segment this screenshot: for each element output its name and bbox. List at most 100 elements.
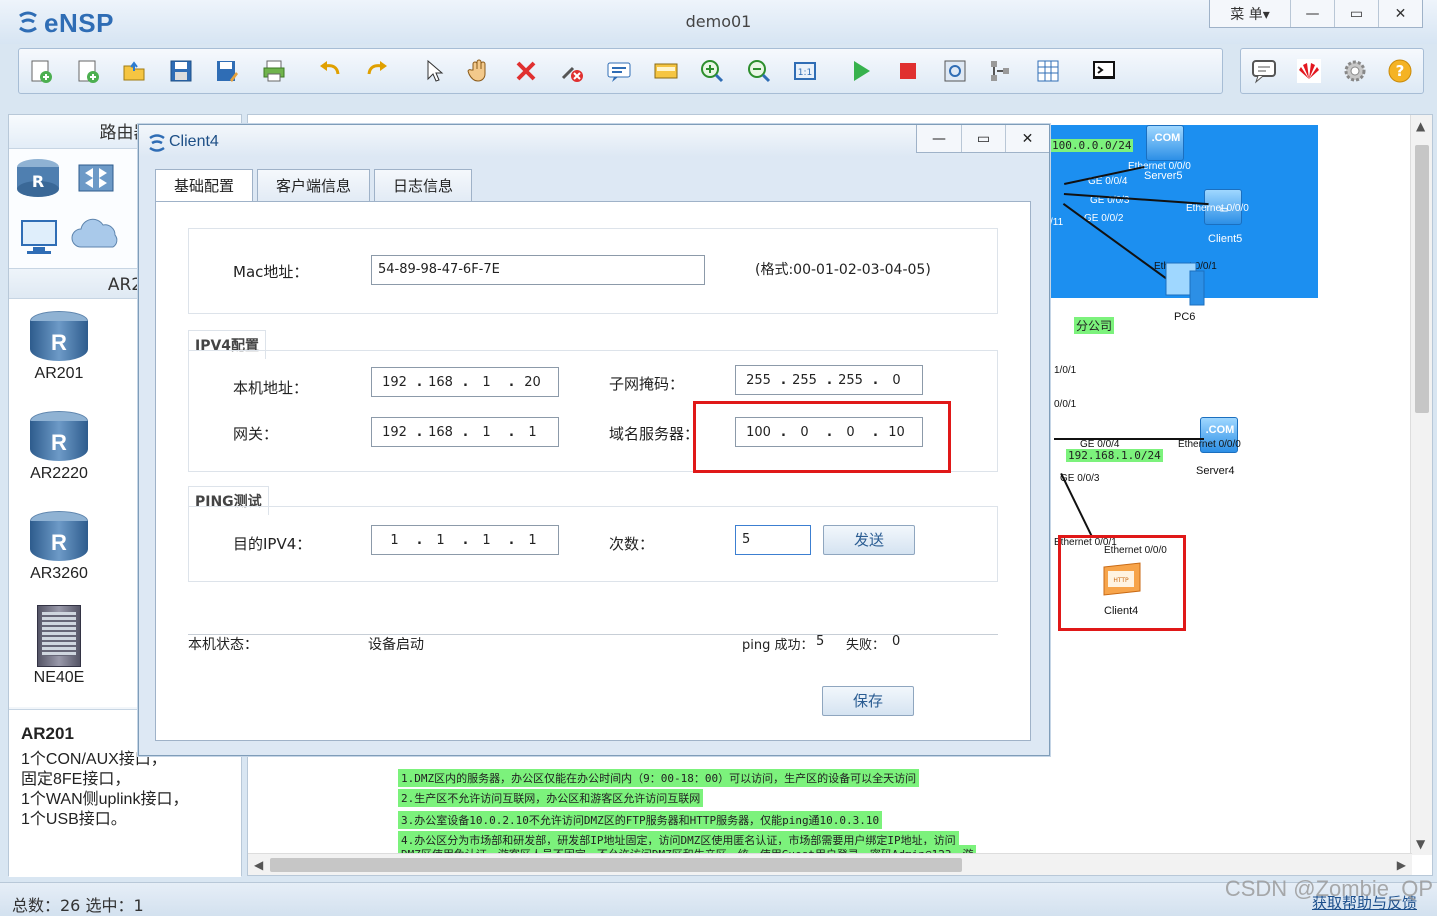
start-icon[interactable] [847, 57, 875, 85]
save-icon[interactable] [167, 57, 195, 85]
menu-button[interactable]: 菜 单▾ [1210, 0, 1290, 27]
ping-count-field[interactable]: 5 [735, 525, 811, 555]
ping-group: 目的IPV4： 1. 1. 1. 1 次数： 5 发送 [188, 506, 998, 582]
scroll-down-icon[interactable]: ▼ [1416, 837, 1425, 851]
new-example-icon[interactable] [74, 57, 102, 85]
pan-hand-icon[interactable] [465, 57, 493, 85]
pc6-label: PC6 [1174, 311, 1196, 323]
horizontal-scrollbar[interactable]: ◀ ▶ [248, 853, 1412, 875]
palette-icon[interactable] [652, 57, 680, 85]
link [1054, 438, 1204, 440]
ipv4-group: 本机地址： 192. 168. 1. 20 子网掩码： 255. 255. 25… [188, 350, 998, 473]
save-as-icon[interactable] [213, 57, 241, 85]
zoom-out-icon[interactable] [745, 57, 773, 85]
fit-icon[interactable]: 1:1 [791, 57, 819, 85]
pc6-icon[interactable] [1162, 261, 1208, 307]
print-icon[interactable] [260, 57, 288, 85]
server4-label: Server4 [1196, 465, 1235, 477]
router-category-icon[interactable]: R [15, 157, 61, 197]
new-topology-icon[interactable] [27, 57, 55, 85]
dialog-close-button[interactable]: ✕ [1005, 125, 1049, 152]
maximize-button[interactable]: ▭ [1334, 0, 1378, 27]
tab-log-info[interactable]: 日志信息 [374, 169, 473, 201]
gateway-field[interactable]: 192. 168. 1. 1 [371, 417, 559, 447]
close-button[interactable]: ✕ [1378, 0, 1422, 27]
mac-format-hint: (格式:00-01-02-03-04-05) [755, 262, 931, 278]
dialog-title: Client4 [169, 133, 219, 150]
topology-icon[interactable] [987, 57, 1015, 85]
switch-category-icon[interactable] [73, 157, 119, 197]
client5-label: Client5 [1208, 233, 1243, 245]
capture-icon[interactable] [941, 57, 969, 85]
undo-icon[interactable] [316, 57, 344, 85]
redo-icon[interactable] [363, 57, 391, 85]
port-label: Ethernet 0/0/0 [1104, 545, 1167, 556]
cloud-category-icon[interactable] [71, 215, 123, 255]
description-line: 1个USB接口。 [21, 811, 127, 828]
help-icon[interactable]: ? [1385, 56, 1415, 86]
minimize-button[interactable]: — [1290, 0, 1334, 27]
text-icon[interactable] [605, 57, 633, 85]
ping-target-label: 目的IPV4： [233, 535, 312, 553]
chassis-icon [37, 605, 81, 667]
mac-group: Mac地址： 54-89-98-47-6F-7E (格式:00-01-02-03… [188, 228, 998, 314]
open-icon[interactable] [120, 57, 148, 85]
client4-label: Client4 [1104, 605, 1139, 617]
horizontal-scroll-thumb[interactable] [270, 858, 962, 872]
branch-label: 分公司 [1074, 317, 1115, 334]
chat-icon[interactable] [1249, 56, 1279, 86]
scroll-left-icon[interactable]: ◀ [254, 858, 263, 872]
status-value: 设备启动 [368, 637, 424, 653]
subnet-label-top: 100.0.0.0/24 [1050, 139, 1134, 152]
title-bar: eNSP demo01 菜 单▾ — ▭ ✕ [0, 0, 1437, 44]
tab-client-info[interactable]: 客户端信息 [257, 169, 371, 201]
port-label: 0/0/1 [1054, 399, 1077, 410]
save-config-button[interactable]: 保存 [822, 686, 914, 716]
vertical-scrollbar[interactable]: ▲ ▼ [1410, 115, 1432, 855]
mac-field[interactable]: 54-89-98-47-6F-7E [371, 255, 705, 285]
huawei-icon[interactable] [1294, 56, 1324, 86]
ping-success-label: ping 成功： [742, 638, 814, 653]
grid-icon[interactable] [1034, 57, 1062, 85]
device-ar3260[interactable]: R AR3260 [23, 511, 95, 583]
basic-config-panel: Mac地址： 54-89-98-47-6F-7E (格式:00-01-02-03… [155, 201, 1031, 741]
requirement-note-2: 2.生产区不允许访问互联网，办公区和游客区允许访问互联网 [398, 789, 704, 807]
device-ar2220[interactable]: R AR2220 [23, 411, 95, 483]
port-label: 1/0/1 [1054, 365, 1077, 376]
select-icon[interactable] [419, 57, 447, 85]
requirement-note-1: 1.DMZ区内的服务器，办公区仅能在办公时间内（9：00-18：00）可以访问，… [398, 769, 920, 787]
local-ip-field[interactable]: 192. 168. 1. 20 [371, 367, 559, 397]
send-button[interactable]: 发送 [823, 525, 915, 555]
scroll-right-icon[interactable]: ▶ [1397, 858, 1406, 872]
delete-link-icon[interactable] [558, 57, 586, 85]
stop-icon[interactable] [894, 57, 922, 85]
highlight-box-dns [693, 401, 951, 473]
settings-icon[interactable] [1340, 56, 1370, 86]
gateway-label: 网关： [233, 425, 279, 443]
zoom-in-icon[interactable] [698, 57, 726, 85]
client4-icon[interactable]: HTTP [1100, 561, 1144, 597]
ping-count-label: 次数： [609, 535, 655, 553]
status-bar: 总数：26 选中：1 获取帮助与反馈 [0, 882, 1437, 916]
console-icon[interactable] [1090, 57, 1118, 85]
device-ar201[interactable]: R AR201 [23, 311, 95, 383]
device-label: AR201 [34, 365, 84, 382]
dialog-maximize-button[interactable]: ▭ [961, 125, 1005, 152]
requirement-note-3: 3.办公室设备10.0.2.10不允许访问DMZ区的FTP服务器和HTTP服务器… [398, 811, 883, 829]
server5-icon[interactable]: .COM [1146, 125, 1184, 161]
delete-icon[interactable] [512, 57, 540, 85]
selection-count: 总数：26 选中：1 [12, 896, 144, 915]
device-ne40e[interactable]: NE40E [23, 605, 95, 687]
dialog-minimize-button[interactable]: — [917, 125, 961, 152]
tab-basic-config[interactable]: 基础配置 [155, 169, 254, 202]
server5-label: Server5 [1144, 170, 1183, 182]
svg-text:R: R [32, 172, 44, 191]
port-label: Ethernet 0/0/0 [1186, 203, 1249, 214]
pc-category-icon[interactable] [19, 217, 59, 257]
ping-target-field[interactable]: 1. 1. 1. 1 [371, 525, 559, 555]
subnet-mask-field[interactable]: 255. 255. 255. 0 [735, 365, 923, 395]
vertical-scroll-thumb[interactable] [1415, 145, 1429, 413]
scroll-up-icon[interactable]: ▲ [1416, 119, 1425, 133]
ping-fail-value: 0 [892, 634, 901, 649]
dialog-window-controls: — ▭ ✕ [916, 125, 1049, 153]
